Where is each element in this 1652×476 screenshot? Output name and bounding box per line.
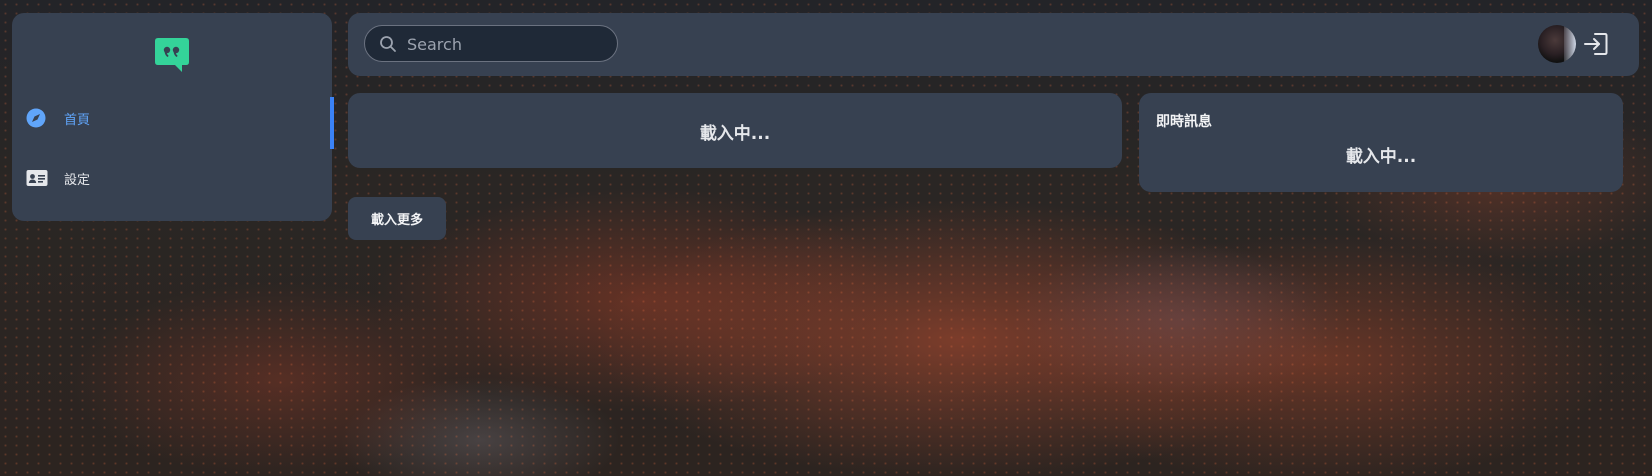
sidebar-item-settings[interactable]: 設定 [12,153,332,203]
sidebar-item-label: 首頁 [64,112,91,128]
compass-icon [26,108,46,128]
logout-icon[interactable] [1583,31,1609,57]
loading-text: 載入中... [699,124,771,144]
loading-text: 載入中... [1345,147,1417,167]
top-bar [348,13,1639,76]
messages-title: 即時訊息 [1156,114,1212,130]
quote-chat-icon[interactable] [154,36,190,72]
load-more-button[interactable]: 載入更多 [348,197,446,240]
messages-panel: 即時訊息 載入中... [1139,93,1623,192]
id-card-icon [26,168,48,188]
sidebar-item-home[interactable]: 首頁 [12,93,334,149]
sidebar-item-label: 設定 [64,172,91,188]
search-icon [380,36,396,52]
active-indicator [330,97,334,149]
feed-panel: 載入中... [348,93,1122,168]
search-box [364,25,618,63]
search-input[interactable] [405,26,609,63]
sidebar: 首頁 設定 [12,13,334,221]
avatar[interactable] [1538,25,1576,63]
